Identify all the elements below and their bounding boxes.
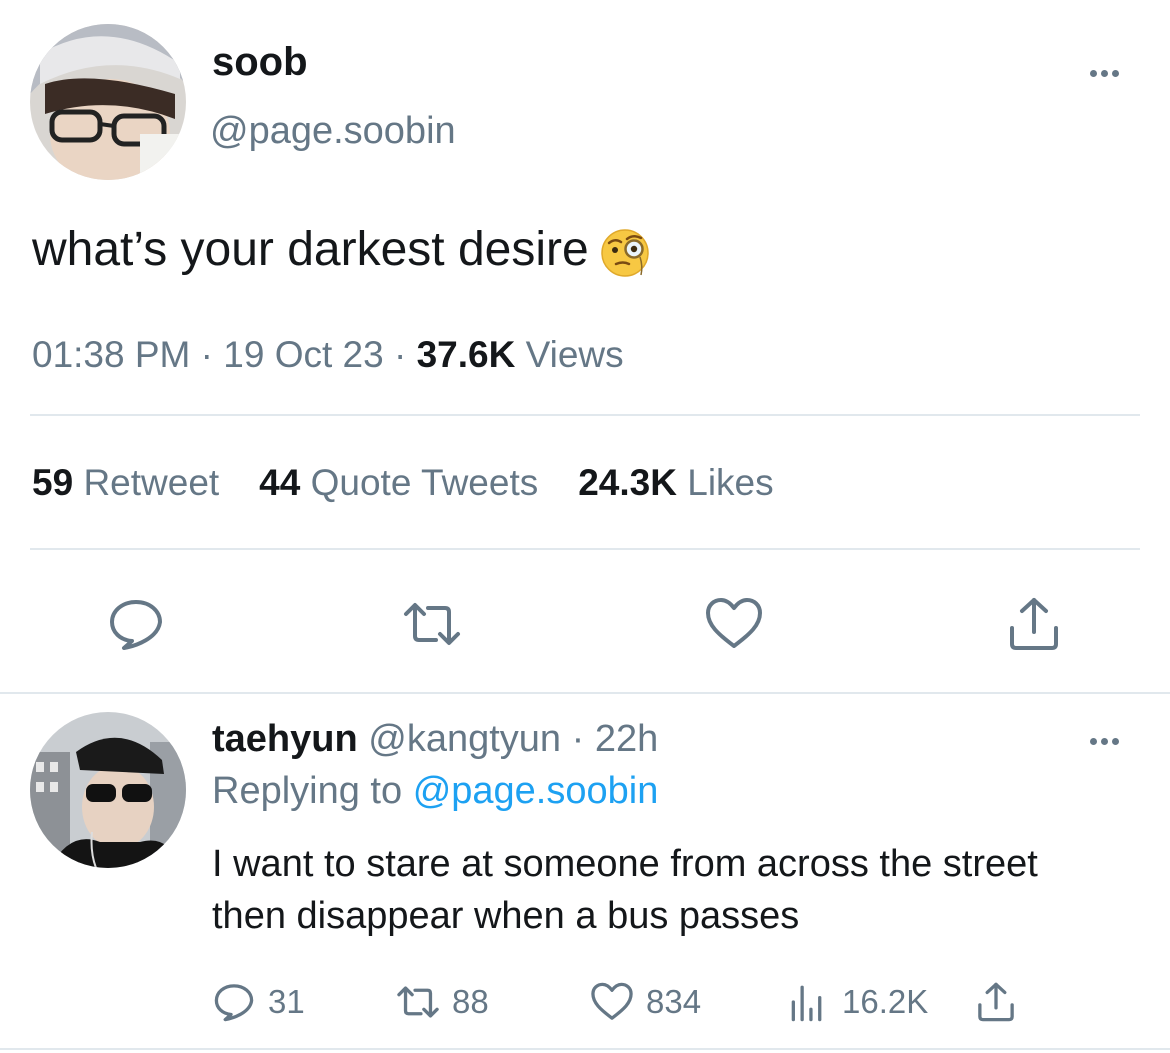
views-label: Views <box>525 334 624 375</box>
views-button[interactable]: 16.2K <box>786 980 974 1024</box>
tweet-meta: 01:38 PM · 19 Oct 23 · 37.6K Views <box>32 334 624 376</box>
retweet-button[interactable]: 88 <box>396 980 590 1024</box>
quotes-stat[interactable]: 44 Quote Tweets <box>259 462 538 504</box>
reply-icon[interactable] <box>106 594 166 654</box>
author-name[interactable]: soob <box>212 40 308 85</box>
retweet-icon <box>397 986 439 1018</box>
divider <box>0 692 1170 694</box>
views-count: 37.6K <box>416 334 516 375</box>
like-button[interactable]: 834 <box>590 980 786 1024</box>
meta-separator: · <box>393 334 417 375</box>
replying-handle-link[interactable]: @page.soobin <box>413 770 659 812</box>
retweet-icon[interactable] <box>402 594 462 654</box>
tweet-stats: 59 Retweet 44 Quote Tweets 24.3K Likes <box>32 462 774 504</box>
share-icon <box>978 982 1014 1022</box>
reply-likes-count: 834 <box>646 983 702 1020</box>
tweet-date: 19 Oct 23 <box>223 334 384 375</box>
author-avatar[interactable] <box>30 24 186 180</box>
tweet-text: what’s your darkest desire <box>32 222 651 278</box>
reply-text: I want to stare at someone from across t… <box>212 843 1038 937</box>
reply-retweets-count: 88 <box>452 983 489 1020</box>
replying-prefix: Replying to <box>212 770 403 812</box>
divider <box>0 1048 1170 1050</box>
author-handle[interactable]: @page.soobin <box>210 110 456 153</box>
more-icon[interactable] <box>1090 738 1119 745</box>
share-icon[interactable] <box>1004 594 1064 654</box>
reply-button[interactable]: 31 <box>212 980 396 1024</box>
retweets-count: 59 <box>32 462 74 503</box>
meta-separator: · <box>571 718 595 760</box>
reply-views-count: 16.2K <box>842 983 929 1020</box>
quotes-count: 44 <box>259 462 301 503</box>
likes-count: 24.3K <box>578 462 677 503</box>
reply-author-name[interactable]: taehyun <box>212 718 358 760</box>
reply-age: 22h <box>594 718 659 760</box>
divider <box>30 548 1140 550</box>
tweet-time: 01:38 PM <box>32 334 191 375</box>
reply-author-handle[interactable]: @kangtyun <box>368 718 561 760</box>
like-icon[interactable] <box>704 594 764 654</box>
quotes-label: Quote Tweets <box>310 462 539 503</box>
likes-label: Likes <box>687 462 774 503</box>
tweet-text-content: what’s your darkest desire <box>32 223 589 276</box>
retweets-label: Retweet <box>83 462 220 503</box>
reply-author-avatar[interactable] <box>30 712 186 868</box>
reply-replies-count: 31 <box>268 983 305 1020</box>
more-icon[interactable] <box>1090 70 1119 77</box>
face-with-monocle-icon <box>599 226 651 278</box>
views-icon <box>791 985 822 1022</box>
likes-stat[interactable]: 24.3K Likes <box>578 462 773 504</box>
like-icon <box>591 982 633 1020</box>
retweets-stat[interactable]: 59 Retweet <box>32 462 219 504</box>
reply-header: taehyun @kangtyun · 22h <box>212 718 658 761</box>
divider <box>30 414 1140 416</box>
tweet-page: soob @page.soobin what’s your darkest de… <box>0 0 1170 1053</box>
reply-action-bar: 31 88 834 16.2K <box>212 978 1030 1026</box>
replying-to: Replying to @page.soobin <box>212 770 658 813</box>
reply-icon <box>214 984 254 1022</box>
meta-separator: · <box>200 334 224 375</box>
share-button[interactable] <box>974 980 1030 1024</box>
